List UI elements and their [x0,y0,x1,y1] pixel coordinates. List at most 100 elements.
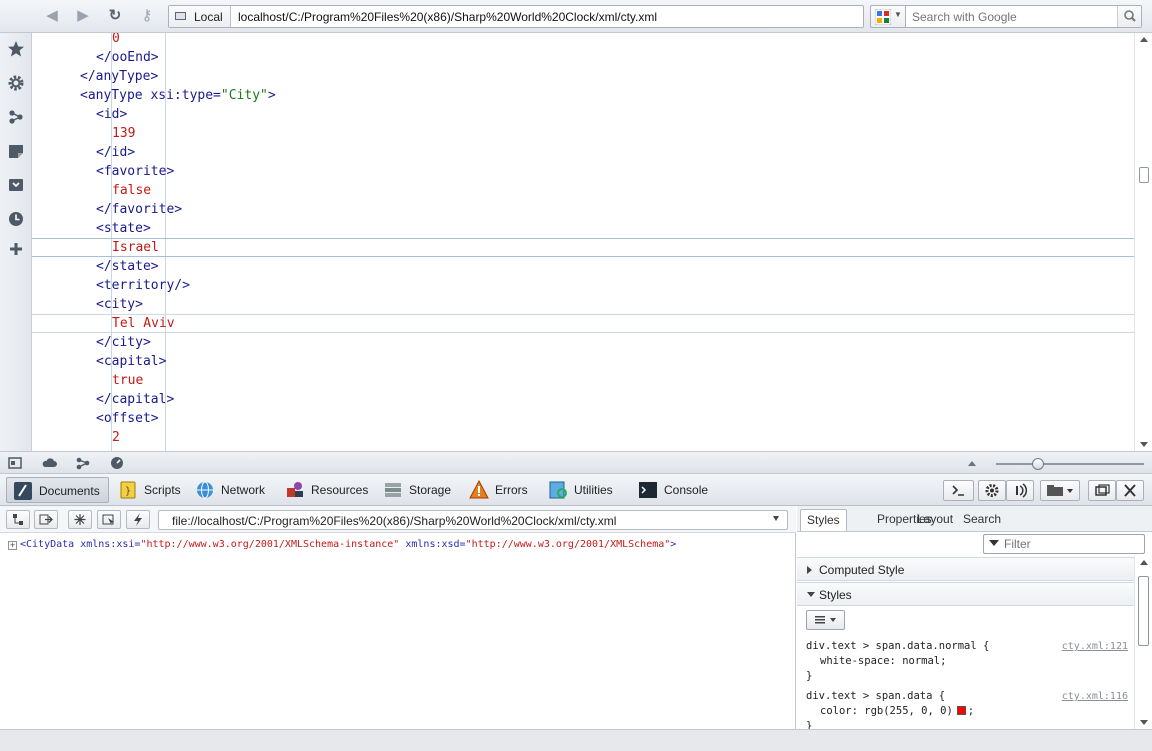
magnifier-icon [1124,10,1136,22]
styles-scrollbar[interactable] [1134,556,1152,729]
css-property-name: color [820,705,852,717]
url-field[interactable]: localhost/C:/Program%20Files%20(x86)/Sha… [238,10,657,24]
utilities-icon [549,481,567,499]
xml-close-tag: </capital> [96,392,175,407]
tab-search[interactable]: Search [957,509,1007,531]
scroll-down-icon[interactable] [1140,720,1148,725]
documents-toolbar: file://localhost/C:/Program%20Files%20(x… [0,506,796,533]
address-bar[interactable]: Local localhost/C:/Program%20Files%20(x8… [168,5,864,28]
xml-open-tag: <anyType xsi:type="City"> [80,86,276,105]
folder-icon [1047,485,1073,496]
tab-utilities[interactable]: Utilities [542,477,621,503]
remote-debug-button[interactable] [1006,480,1034,501]
zoom-slider-thumb[interactable] [1032,458,1044,470]
xml-close-tag: </city> [96,335,151,350]
search-engine-selector[interactable]: ▼ [870,5,905,28]
downloads-icon[interactable] [7,176,25,194]
document-path: file://localhost/C:/Program%20Files%20(x… [172,514,617,528]
tab-documents[interactable]: Documents [6,477,109,503]
css-property-value: rgb(255, 0, 0) [864,705,953,717]
section-label: Computed Style [819,563,905,577]
panel-toggle-icon[interactable] [7,456,23,470]
filter-box[interactable] [983,534,1145,554]
dock-menu-button[interactable] [1040,480,1080,501]
css-property[interactable]: white-space: normal; [806,654,1128,669]
close-devtools-button[interactable] [1116,480,1144,501]
svg-text:}: } [125,486,131,497]
expand-icon[interactable]: + [8,541,17,550]
css-property[interactable]: color: rgb(255, 0, 0); [806,704,1128,719]
scroll-up-icon[interactable] [1140,37,1148,42]
xml-attr-value: "City" [220,88,268,103]
key-icon[interactable]: ⚷ [138,8,156,24]
tab-resources[interactable]: Resources [279,477,376,503]
lightning-icon [134,513,142,526]
location-badge[interactable]: Local [169,6,231,27]
history-icon[interactable] [7,210,25,228]
xml-close-tag: </anyType> [80,69,159,84]
filter-input[interactable] [1004,537,1134,551]
tab-label: Documents [39,484,100,498]
zoom-up-icon[interactable] [968,461,976,466]
scrollbar-thumb[interactable] [1138,576,1149,646]
page-scrollbar[interactable] [1134,33,1152,451]
forward-icon[interactable]: ▶ [74,8,92,24]
xml-close-tag: </state> [96,259,159,274]
pseudo-class-button[interactable] [806,610,845,630]
css-property-value: normal; [902,655,947,667]
unite-icon[interactable] [7,108,25,126]
inspect-button[interactable] [97,510,121,529]
tab-console[interactable]: Console [632,477,716,503]
bookmarks-icon[interactable] [7,40,25,58]
search-input[interactable] [912,10,1112,24]
settings-button[interactable] [978,480,1006,501]
dom-tree-panel[interactable]: + <CityData xmlns:xsi="http://www.w3.org/… [0,533,796,729]
broadcast-icon [1016,483,1028,498]
search-button[interactable] [1117,6,1141,27]
scroll-down-icon[interactable] [1140,442,1148,447]
xml-text-value: Israel [112,240,159,255]
css-source-link[interactable]: cty.xml:116 [1062,689,1128,704]
highlight-button[interactable] [68,510,92,529]
css-selector: div.text > span.data { [806,690,946,702]
tab-styles[interactable]: Styles [800,509,847,531]
chevron-down-icon [773,516,779,521]
computed-style-section[interactable]: Computed Style [797,557,1134,581]
warning-icon [469,480,489,499]
styles-section[interactable]: Styles [797,582,1134,606]
unite-icon[interactable] [75,456,91,470]
scroll-up-icon[interactable] [1140,560,1148,565]
document-select[interactable]: file://localhost/C:/Program%20Files%20(x… [158,510,788,530]
add-panel-icon[interactable] [7,240,25,258]
tab-errors[interactable]: Errors [463,477,536,503]
scrollbar-thumb[interactable] [1139,167,1149,183]
reflow-button[interactable] [126,510,150,529]
color-swatch[interactable] [956,706,966,715]
tab-storage[interactable]: Storage [377,477,459,503]
back-icon[interactable]: ◀ [43,8,61,24]
tab-layout[interactable]: Layout [911,509,959,531]
undock-button[interactable] [1088,480,1116,501]
zoom-slider-track[interactable] [996,463,1144,465]
console-toggle-button[interactable] [943,480,974,501]
tab-label: Network [221,483,266,497]
search-box[interactable] [905,5,1142,28]
dom-tag: <CityData [20,539,75,550]
notes-icon[interactable] [7,142,25,160]
tab-label: Console [664,483,709,497]
reload-icon[interactable]: ↻ [106,8,124,24]
dom-tree-button[interactable] [6,510,30,529]
dom-node-row[interactable]: + <CityData xmlns:xsi="http://www.w3.org/… [8,539,676,550]
cloud-icon[interactable] [41,456,57,470]
css-source-link[interactable]: cty.xml:121 [1062,639,1128,654]
sparkle-icon [74,514,86,525]
settings-icon[interactable] [7,74,25,92]
xml-tag-end: > [267,88,276,103]
xml-open-tag: <favorite> [96,164,175,179]
tree-icon [13,514,23,525]
speed-dial-icon[interactable] [109,456,125,470]
xml-document-view[interactable]: 0 </ooEnd> </anyType> <anyType xsi:type=… [32,33,1134,451]
tab-network[interactable]: Network [189,477,273,503]
tab-scripts[interactable]: } Scripts [112,477,189,503]
export-button[interactable] [34,510,58,529]
